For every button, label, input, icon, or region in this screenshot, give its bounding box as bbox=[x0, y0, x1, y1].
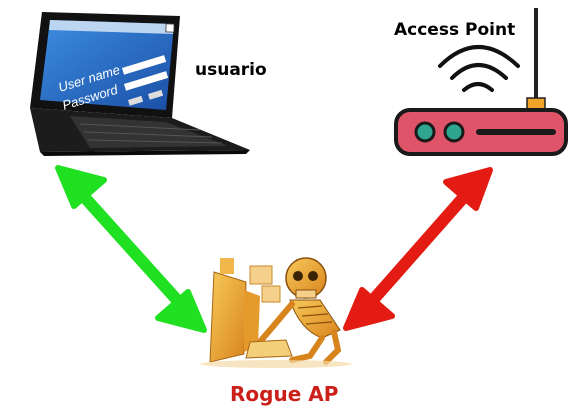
node-label-access-point: Access Point bbox=[394, 20, 515, 40]
red-double-arrow bbox=[343, 167, 493, 331]
router-led-2 bbox=[443, 121, 465, 143]
diagram-canvas: User name Password usuario Access Point bbox=[30, 8, 568, 368]
hacker-skeleton-icon bbox=[200, 257, 352, 368]
node-label-user: usuario bbox=[195, 60, 267, 80]
green-double-arrow bbox=[55, 165, 207, 333]
wifi-icon bbox=[438, 45, 520, 92]
laptop-icon: User name Password bbox=[30, 12, 250, 156]
router-led-1 bbox=[414, 121, 436, 143]
node-label-rogue-ap: Rogue AP bbox=[230, 382, 339, 406]
